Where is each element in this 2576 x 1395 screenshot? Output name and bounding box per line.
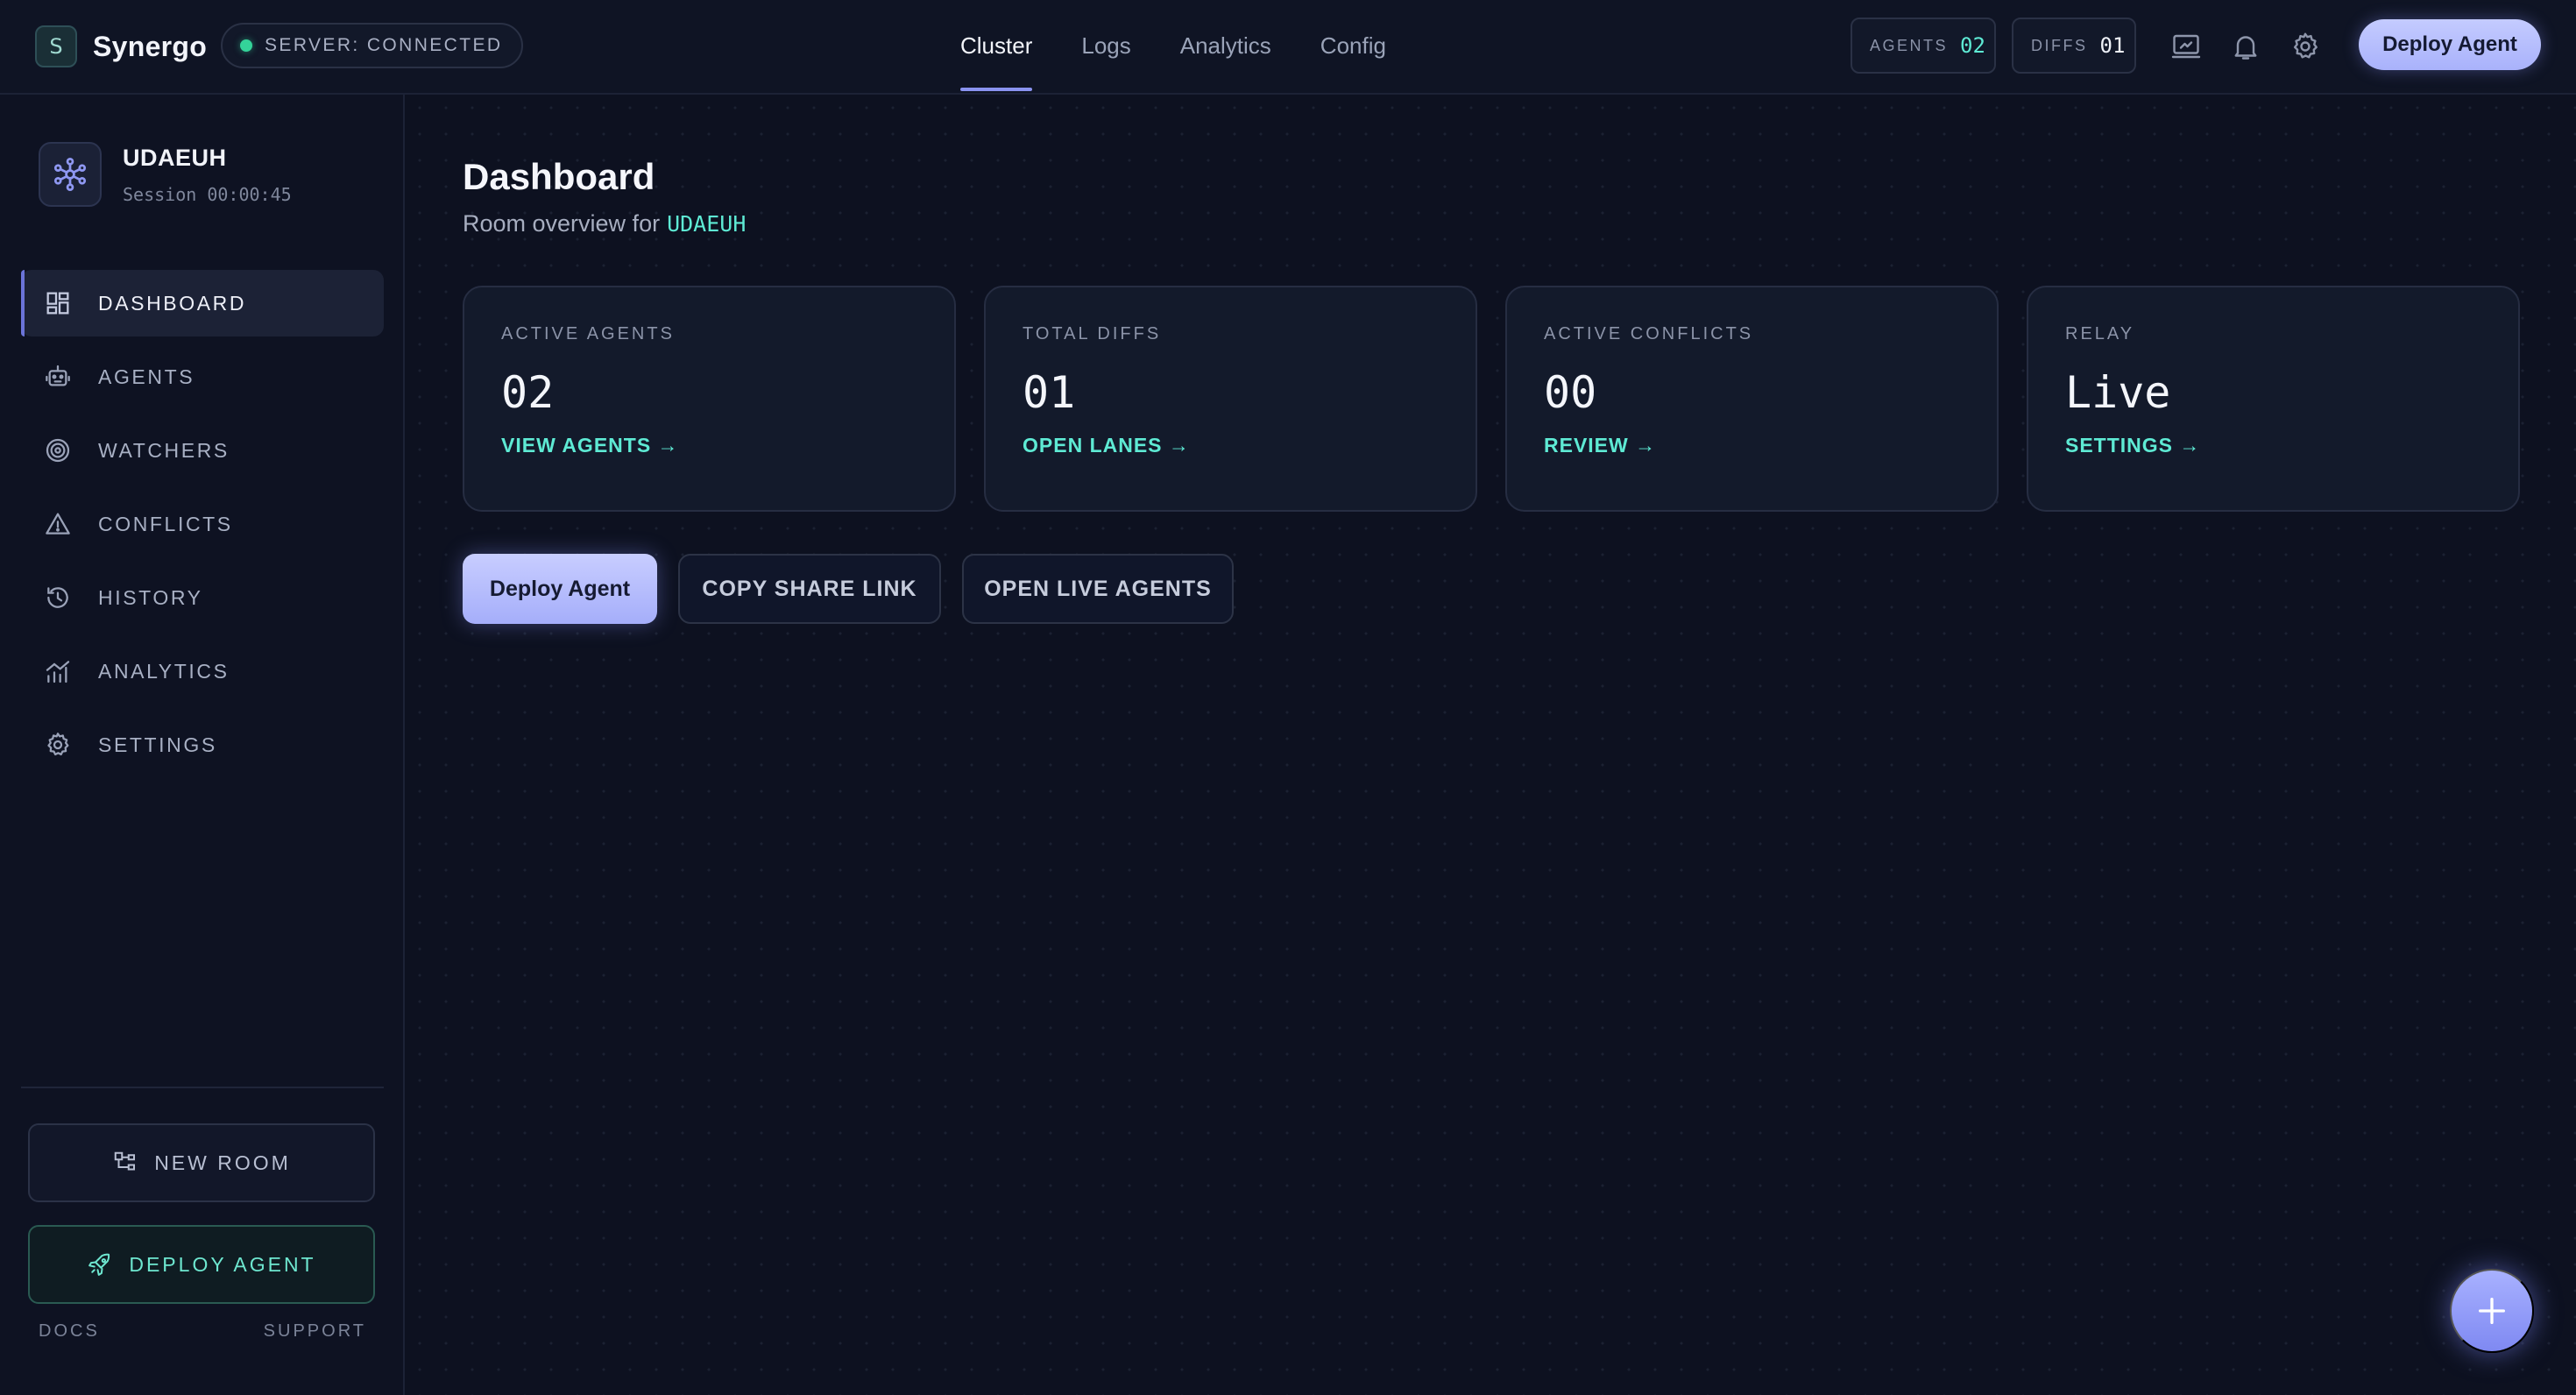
sidebar-item-label: DASHBOARD [98,291,247,315]
review-link[interactable]: REVIEW → [1544,434,1960,457]
card-value: 01 [1023,367,1076,418]
sidebar-item-watchers[interactable]: WATCHERS [21,417,384,484]
brand[interactable]: S Synergo [35,25,207,68]
chart-icon [44,657,72,685]
sidebar-item-agents[interactable]: AGENTS [21,343,384,410]
server-status-text: SERVER: CONNECTED [265,35,503,55]
card-label: ACTIVE CONFLICTS [1544,324,1754,343]
action-buttons: Deploy Agent COPY SHARE LINK OPEN LIVE A… [463,554,1234,624]
brand-logo: S [35,25,77,67]
diffs-counter-value: 01 [2099,33,2126,58]
room-info: UDAEUH Session 00:00:45 [39,142,292,207]
brand-name: Synergo [93,30,208,62]
card-value: Live [2065,367,2171,418]
sidebar-item-history[interactable]: HISTORY [21,564,384,631]
sidebar-item-label: CONFLICTS [98,512,233,535]
status-dot-icon [240,39,252,52]
sidebar-item-dashboard[interactable]: DASHBOARD [21,270,384,336]
sidebar-item-label: AGENTS [98,365,195,388]
sidebar-divider [21,1087,384,1088]
sidebar-item-label: WATCHERS [98,438,230,462]
dashboard-icon [44,289,72,317]
deploy-agent-button-top[interactable]: Deploy Agent [2359,19,2541,70]
rocket-icon [88,1253,110,1276]
stat-cards: ACTIVE AGENTS 02 VIEW AGENTS → TOTAL DIF… [463,286,2520,512]
sidebar-item-label: HISTORY [98,585,203,609]
copy-share-link-button[interactable]: COPY SHARE LINK [678,554,941,624]
deploy-agent-button-sidebar[interactable]: DEPLOY AGENT [28,1225,375,1304]
card-label: TOTAL DIFFS [1023,324,1162,343]
subtitle-text: Room overview for [463,210,661,237]
tab-analytics[interactable]: Analytics [1180,0,1271,91]
support-link[interactable]: SUPPORT [264,1321,366,1342]
robot-icon [44,363,72,391]
docs-link[interactable]: DOCS [39,1321,100,1342]
gear-icon [44,731,72,759]
main-content: Dashboard Room overview for UDAEUH ACTIVE… [407,95,2576,1395]
diffs-counter[interactable]: DIFFS 01 [2012,18,2136,74]
new-room-button[interactable]: NEW ROOM [28,1123,375,1202]
bell-icon[interactable] [2229,30,2262,63]
open-live-agents-button[interactable]: OPEN LIVE AGENTS [962,554,1234,624]
page-subtitle: Room overview for UDAEUH [463,210,746,237]
stat-card-active-conflicts: ACTIVE CONFLICTS 00 REVIEW → [1505,286,1999,512]
relay-settings-link[interactable]: SETTINGS → [2065,434,2481,457]
tab-logs[interactable]: Logs [1081,0,1130,91]
network-icon [39,142,102,207]
sidebar-nav: DASHBOARD AGENTS WATCHERS CONFLICTS HIST… [21,270,384,785]
sidebar-footer: DOCS SUPPORT [39,1321,366,1342]
radar-icon [44,436,72,464]
card-value: 02 [501,367,555,418]
view-agents-link[interactable]: VIEW AGENTS → [501,434,917,457]
add-fab-button[interactable] [2450,1269,2534,1353]
sidebar-item-conflicts[interactable]: CONFLICTS [21,491,384,557]
card-value: 00 [1544,367,1597,418]
stat-card-active-agents: ACTIVE AGENTS 02 VIEW AGENTS → [463,286,956,512]
diffs-counter-label: DIFFS [2031,36,2088,54]
sidebar-item-label: ANALYTICS [98,659,230,683]
sidebar-item-label: SETTINGS [98,733,217,756]
top-bar: S Synergo SERVER: CONNECTED Cluster Logs… [0,0,2576,95]
sidebar: UDAEUH Session 00:00:45 DASHBOARD AGENTS [0,95,405,1395]
deploy-agent-button[interactable]: Deploy Agent [463,554,657,624]
sidebar-item-settings[interactable]: SETTINGS [21,712,384,778]
room-code: UDAEUH [667,211,747,237]
new-room-label: NEW ROOM [154,1151,291,1174]
deploy-agent-label: DEPLOY AGENT [129,1252,316,1276]
stat-card-relay: RELAY Live SETTINGS → [2027,286,2520,512]
agents-counter-value: 02 [1960,33,1985,58]
tree-icon [114,1151,136,1171]
sidebar-item-analytics[interactable]: ANALYTICS [21,638,384,705]
tab-config[interactable]: Config [1320,0,1386,91]
page-title: Dashboard [463,156,655,197]
gear-icon[interactable] [2289,30,2322,63]
tab-cluster[interactable]: Cluster [960,0,1033,91]
server-status-badge: SERVER: CONNECTED [221,23,524,68]
agents-counter[interactable]: AGENTS 02 [1851,18,1996,74]
plus-icon [2479,1298,2505,1324]
warning-icon [44,510,72,538]
history-icon [44,584,72,612]
session-timer: Session 00:00:45 [123,183,292,205]
card-label: RELAY [2065,324,2135,343]
top-nav: Cluster Logs Analytics Config [960,0,1386,91]
card-label: ACTIVE AGENTS [501,324,675,343]
room-name: UDAEUH [123,144,227,171]
stat-card-total-diffs: TOTAL DIFFS 01 OPEN LANES → [984,286,1477,512]
agents-counter-label: AGENTS [1870,36,1949,54]
open-lanes-link[interactable]: OPEN LANES → [1023,434,1439,457]
screen-share-icon[interactable] [2169,30,2203,63]
